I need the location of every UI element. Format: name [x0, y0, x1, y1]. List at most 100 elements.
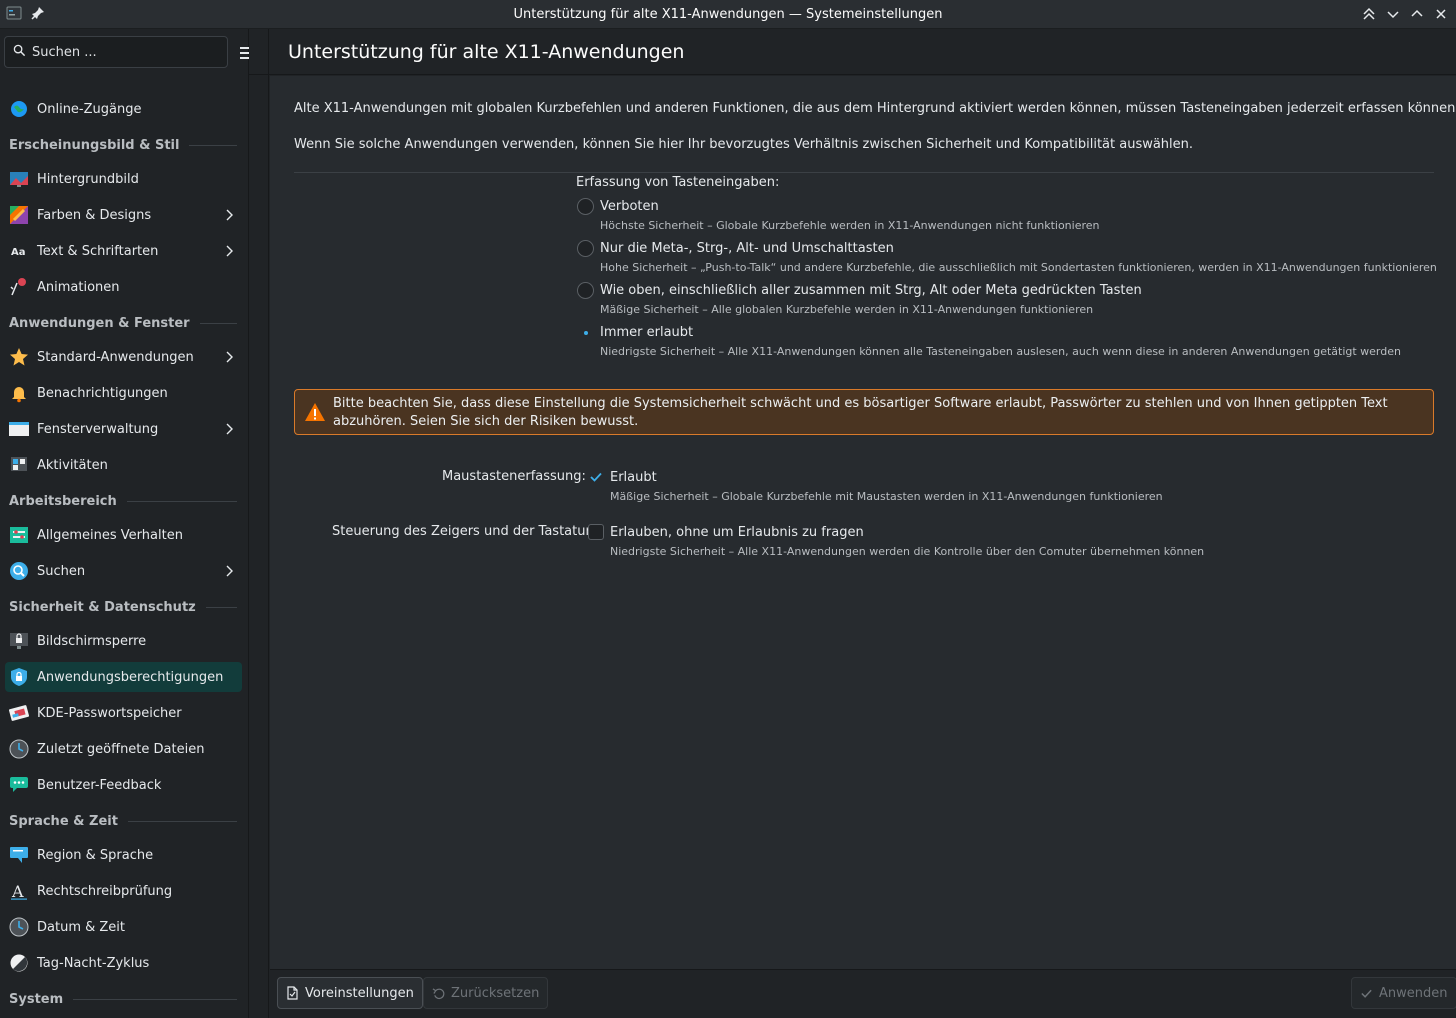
warning-icon	[305, 403, 325, 421]
keystroke-option-3[interactable]: Immer erlaubt	[577, 324, 693, 341]
minimize-button[interactable]	[1382, 4, 1404, 24]
pointer-control-checkbox[interactable]	[588, 524, 604, 540]
sidebar-section-header: System	[9, 989, 237, 1009]
sidebar-section-header: Sprache & Zeit	[9, 811, 237, 831]
activities-icon	[9, 455, 29, 475]
sidebar-item-benutzer-feedback[interactable]: Benutzer-Feedback	[5, 770, 242, 800]
mouse-capture-option[interactable]: Erlaubt	[588, 469, 657, 485]
sidebar-item-farben-designs[interactable]: Farben & Designs	[5, 200, 242, 230]
sidebar-item-allgemeines-verhalten[interactable]: Allgemeines Verhalten	[5, 520, 242, 550]
sidebar-item-label: Benutzer-Feedback	[37, 777, 162, 793]
sidebar-item-rechtschreibprüfung[interactable]: A Rechtschreibprüfung	[5, 876, 242, 906]
sidebar-item-datum-zeit[interactable]: Datum & Zeit	[5, 912, 242, 942]
sidebar: Online-Zugänge Erscheinungsbild & Stil Hin…	[0, 29, 249, 1018]
sidebar-item-hintergrundbild[interactable]: Hintergrundbild	[5, 164, 242, 194]
sidebar-item-label: Online-Zugänge	[37, 101, 142, 117]
mouse-capture-value: Erlaubt	[610, 469, 657, 485]
sidebar-item-zuletzt-geöffnete-dateien[interactable]: Zuletzt geöffnete Dateien	[5, 734, 242, 764]
sidebar-section-label: Sicherheit & Datenschutz	[9, 599, 196, 615]
day-night-icon	[9, 953, 29, 973]
sidebar-section-label: Anwendungen & Fenster	[9, 315, 190, 331]
search-input[interactable]	[32, 44, 212, 60]
pin-icon[interactable]	[30, 5, 46, 25]
sidebar-item-label: Region & Sprache	[37, 847, 154, 863]
sidebar-item-label: Aktivitäten	[37, 457, 108, 473]
window-icon	[9, 419, 29, 439]
radio-button[interactable]	[577, 282, 594, 299]
sidebar-item-label: Allgemeines Verhalten	[37, 527, 183, 543]
clock-icon	[9, 739, 29, 759]
content-divider	[294, 172, 1434, 173]
section-divider	[199, 322, 237, 324]
lock-screen-icon	[9, 631, 29, 651]
defaults-button[interactable]: Voreinstellungen	[277, 977, 423, 1009]
reset-button[interactable]: Zurücksetzen	[423, 977, 549, 1009]
pointer-control-option[interactable]: Erlauben, ohne um Erlaubnis zu fragen	[588, 524, 864, 540]
animation-icon	[9, 277, 29, 297]
description-line-2: Wenn Sie solche Anwendungen verwenden, k…	[294, 137, 1194, 152]
sidebar-item-kde-passwortspeicher[interactable]: KDE-Passwortspeicher	[5, 698, 242, 728]
sidebar-item-fensterverwaltung[interactable]: Fensterverwaltung	[5, 414, 242, 444]
radio-button[interactable]	[577, 198, 594, 215]
sidebar-item-label: Farben & Designs	[37, 207, 152, 223]
sidebar-section-label: Erscheinungsbild & Stil	[9, 137, 180, 153]
search-field[interactable]	[4, 36, 228, 68]
keystroke-option-2[interactable]: Wie oben, einschließlich aller zusammen …	[577, 282, 1142, 299]
sidebar-section-label: Sprache & Zeit	[9, 813, 118, 829]
radio-description: Mäßige Sicherheit – Alle globalen Kurzbe…	[600, 303, 1094, 316]
wallpaper-icon	[9, 169, 29, 189]
sidebar-section-header: Sicherheit & Datenschutz	[9, 597, 237, 617]
sidebar-item-aktivitäten[interactable]: Aktivitäten	[5, 450, 242, 480]
spellcheck-icon: A	[9, 881, 29, 901]
chevron-down-icon	[1387, 11, 1399, 19]
search-icon	[13, 44, 26, 61]
sidebar-item-label: Hintergrundbild	[37, 171, 139, 187]
mouse-capture-label: Maustastenerfassung:	[442, 469, 586, 484]
keystroke-option-0[interactable]: Verboten	[577, 198, 659, 215]
chevron-right-icon	[224, 564, 234, 578]
clock-icon	[9, 917, 29, 937]
sidebar-item-benachrichtigungen[interactable]: Benachrichtigungen	[5, 378, 242, 408]
region-icon	[9, 845, 29, 865]
radio-description: Niedrigste Sicherheit – Alle X11-Anwendu…	[600, 345, 1401, 358]
bell-icon	[9, 383, 29, 403]
section-divider	[127, 820, 237, 822]
keep-above-button[interactable]	[1358, 4, 1380, 24]
radio-button[interactable]	[577, 324, 594, 341]
sidebar-item-label: Zuletzt geöffnete Dateien	[37, 741, 205, 757]
globe-icon	[9, 99, 29, 119]
sidebar-section-label: Arbeitsbereich	[9, 493, 117, 509]
app-icon[interactable]	[6, 5, 22, 25]
apply-button[interactable]: Anwenden	[1351, 977, 1456, 1009]
sidebar-item-online-zugänge[interactable]: Online-Zugänge	[5, 94, 242, 124]
checkmark-icon[interactable]	[588, 469, 604, 485]
keystroke-group-label: Erfassung von Tasteneingaben:	[576, 175, 780, 190]
search-icon	[9, 561, 29, 581]
palette-icon	[9, 205, 29, 225]
sidebar-item-anwendungsberechtigungen[interactable]: Anwendungsberechtigungen	[5, 662, 242, 692]
sidebar-item-standard-anwendungen[interactable]: Standard-Anwendungen	[5, 342, 242, 372]
close-button[interactable]	[1430, 4, 1452, 24]
radio-button[interactable]	[577, 240, 594, 257]
sidebar-item-text-schriftarten[interactable]: Aa Text & Schriftarten	[5, 236, 242, 266]
description-line-1: Alte X11-Anwendungen mit globalen Kurzbe…	[294, 101, 1456, 116]
maximize-button[interactable]	[1406, 4, 1428, 24]
sidebar-item-label: Tag-Nacht-Zyklus	[37, 955, 150, 971]
wallet-icon	[9, 703, 29, 723]
keystroke-option-1[interactable]: Nur die Meta-, Strg-, Alt- und Umschaltt…	[577, 240, 894, 257]
sidebar-item-region-sprache[interactable]: Region & Sprache	[5, 840, 242, 870]
sidebar-item-tag-nacht-zyklus[interactable]: Tag-Nacht-Zyklus	[5, 948, 242, 978]
section-divider	[205, 606, 237, 608]
radio-label: Verboten	[600, 199, 659, 214]
sidebar-item-animationen[interactable]: Animationen	[5, 272, 242, 302]
double-chevron-up-icon	[1363, 7, 1375, 20]
chevron-up-icon	[1411, 9, 1423, 17]
sidebar-section-header: Erscheinungsbild & Stil	[9, 135, 237, 155]
sidebar-item-label: Benachrichtigungen	[37, 385, 168, 401]
sidebar-section-header: Arbeitsbereich	[9, 491, 237, 511]
svg-text:A: A	[11, 882, 24, 901]
feedback-icon	[9, 775, 29, 795]
sidebar-item-suchen[interactable]: Suchen	[5, 556, 242, 586]
chevron-right-icon	[224, 350, 234, 364]
sidebar-item-bildschirmsperre[interactable]: Bildschirmsperre	[5, 626, 242, 656]
